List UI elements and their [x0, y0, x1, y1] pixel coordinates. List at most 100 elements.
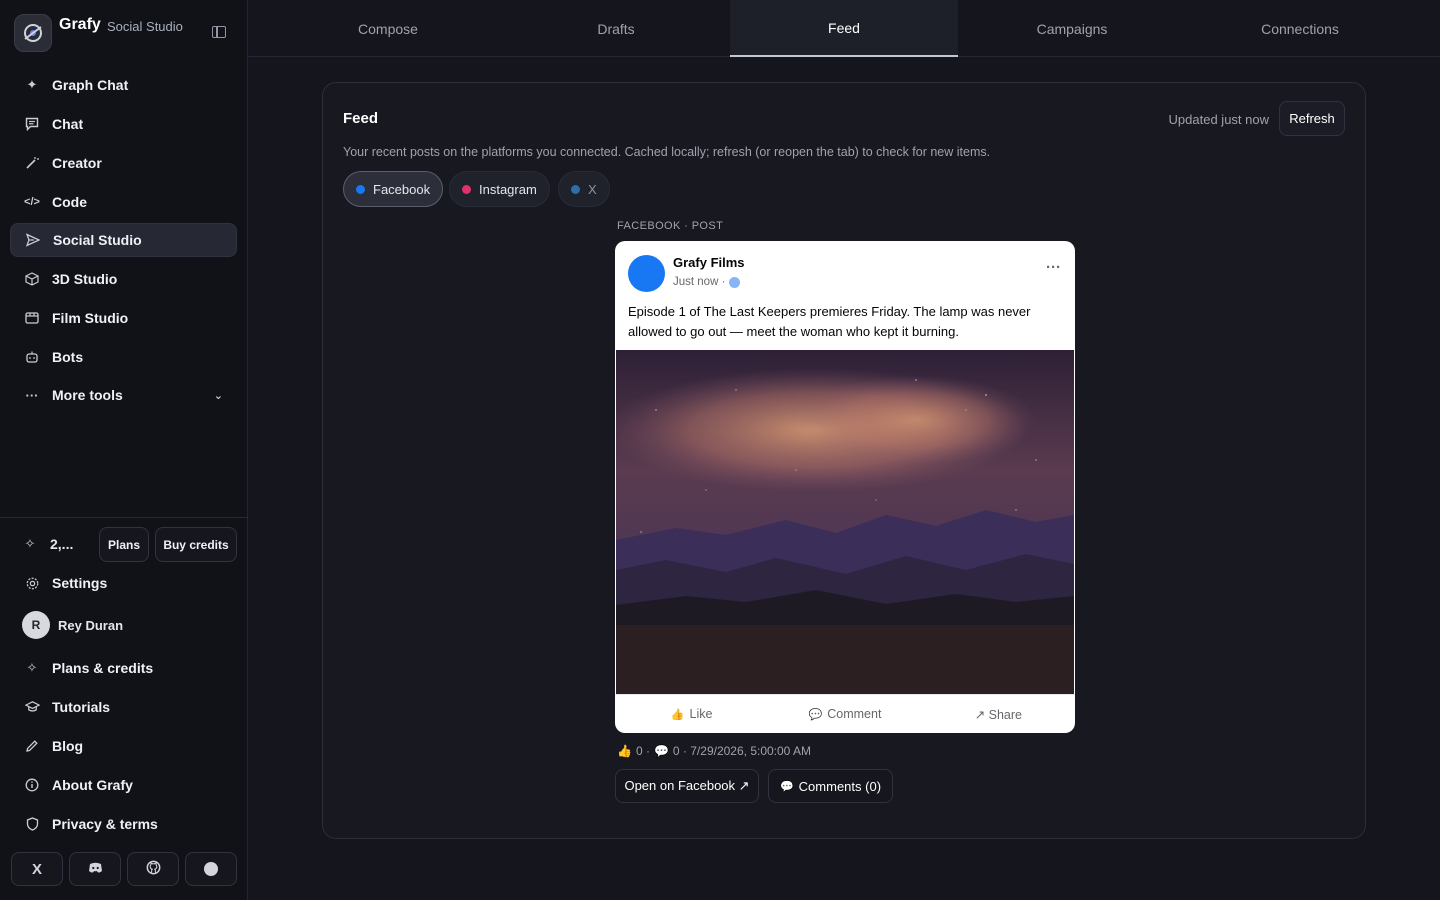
pencil-icon [24, 738, 40, 754]
circle-icon [204, 862, 218, 876]
comment-label: Comment [827, 707, 882, 721]
shield-icon [24, 816, 40, 832]
tab-compose[interactable]: Compose [274, 0, 502, 57]
theme-toggle-button[interactable] [185, 852, 237, 886]
tab-connections[interactable]: Connections [1186, 0, 1414, 57]
filter-instagram[interactable]: Instagram [449, 171, 550, 207]
filter-label: Facebook [373, 181, 431, 197]
post-image [616, 350, 1074, 694]
user-profile[interactable]: R Rey Duran [22, 611, 123, 639]
brand: Grafy Social Studio [14, 14, 238, 52]
top-tabs: Compose Drafts Feed Campaigns Connection… [248, 0, 1440, 57]
tab-drafts[interactable]: Drafts [502, 0, 730, 57]
share-label: ↗ Share [974, 707, 1022, 722]
instagram-dot-icon [462, 184, 471, 194]
sidebar-item-label: Blog [52, 738, 84, 754]
discord-link[interactable] [69, 852, 121, 886]
panel-description: Your recent posts on the platforms you c… [343, 145, 991, 159]
post-stats: 👍 0 · 💬 0 · 7/29/2026, 5:00:00 AM [617, 744, 815, 758]
sidebar-item-label: Bots [52, 349, 84, 365]
panel-title: Feed [343, 110, 379, 127]
comment-icon: 💬 [779, 780, 794, 793]
sidebar-item-creator[interactable]: Creator [10, 146, 237, 180]
post-meta: FACEBOOK · POST [617, 220, 724, 232]
post-author: Grafy Films [673, 255, 745, 270]
post-text: Episode 1 of The Last Keepers premieres … [628, 304, 1031, 339]
comment-icon: 💬 [808, 708, 823, 721]
sidebar-item-label: Settings [52, 575, 108, 591]
sidebar-item-chat[interactable]: Chat [10, 107, 237, 141]
sparkle-icon: ✦ [26, 77, 38, 92]
sidebar-item-more-tools[interactable]: ··· More tools ⌄ [10, 378, 237, 412]
sidebar-item-settings[interactable]: Settings [10, 566, 237, 600]
sidebar-item-label: Film Studio [52, 310, 129, 326]
like-label: Like [689, 707, 713, 721]
grafy-logo-icon[interactable] [14, 14, 52, 52]
chevron-down-icon: ⌄ [213, 390, 223, 402]
comments-label: Comments (0) [798, 778, 882, 794]
post-actions: 👍 Like 💬 Comment ↗ Share [615, 694, 1075, 733]
like-count: 0 · [635, 744, 650, 758]
post-time-label: Just now · [673, 276, 726, 288]
github-link[interactable] [127, 852, 179, 886]
sidebar-item-label: Creator [52, 155, 102, 171]
sidebar-item-code[interactable]: </> Code [10, 185, 237, 219]
sidebar-item-label: Social Studio [53, 232, 142, 248]
sidebar-item-label: Code [52, 194, 87, 210]
filter-x[interactable]: X [558, 171, 610, 207]
sidebar-item-tutorials[interactable]: Tutorials [10, 690, 237, 724]
updated-status: Updated just now [1168, 112, 1269, 127]
sidebar-item-plans-credits[interactable]: ✧ Plans & credits [10, 651, 237, 685]
user-name: Rey Duran [58, 617, 124, 633]
brand-name: Grafy [59, 16, 101, 33]
x-logo-icon: X [31, 860, 42, 878]
credits-balance[interactable]: ✧ 2,... [22, 536, 74, 552]
sidebar: Grafy Social Studio ✦ Graph Chat Chat Cr… [0, 0, 248, 900]
sidebar-item-privacy[interactable]: Privacy & terms [10, 807, 237, 841]
buy-credits-button[interactable]: Buy credits [155, 527, 237, 562]
thumbs-up-icon: 👍 [670, 708, 685, 721]
comment-count-date: 0 · 7/29/2026, 5:00:00 AM [672, 744, 812, 758]
sidebar-item-label: 3D Studio [52, 271, 118, 287]
github-icon [146, 860, 161, 879]
avatar: R [22, 611, 50, 639]
comments-button[interactable]: 💬 Comments (0) [768, 769, 893, 803]
sidebar-item-label: Plans & credits [52, 660, 154, 676]
tab-feed[interactable]: Feed [730, 0, 958, 57]
sidebar-item-film-studio[interactable]: Film Studio [10, 301, 237, 335]
sidebar-item-about[interactable]: About Grafy [10, 768, 237, 802]
film-icon [24, 310, 40, 326]
sidebar-item-bots[interactable]: Bots [10, 340, 237, 374]
sidebar-item-label: More tools [52, 387, 123, 403]
sidebar-item-blog[interactable]: Blog [10, 729, 237, 763]
brand-subtitle: Social Studio [107, 19, 183, 34]
sidebar-item-graph-chat[interactable]: ✦ Graph Chat [10, 68, 237, 102]
refresh-button[interactable]: Refresh [1279, 101, 1345, 136]
thumbs-up-icon: 👍 [617, 744, 632, 758]
tab-campaigns[interactable]: Campaigns [958, 0, 1186, 57]
facebook-dot-icon [356, 184, 365, 194]
filter-facebook[interactable]: Facebook [343, 171, 444, 207]
post-time: Just now · [673, 276, 741, 288]
chat-icon [24, 116, 40, 132]
filter-label: Instagram [479, 181, 537, 197]
globe-icon [729, 276, 741, 288]
comment-button[interactable]: 💬 Comment [768, 695, 921, 733]
comment-icon: 💬 [653, 744, 669, 758]
code-icon: </> [24, 196, 40, 208]
share-button[interactable]: ↗ Share [922, 695, 1075, 733]
facebook-post-preview: Grafy Films Just now · ··· Episode 1 of … [615, 241, 1075, 733]
sidebar-item-3d-studio[interactable]: 3D Studio [10, 262, 237, 296]
sidebar-item-social-studio[interactable]: Social Studio [10, 223, 237, 257]
sidebar-item-label: Graph Chat [52, 77, 129, 93]
page-avatar [628, 255, 665, 292]
like-button[interactable]: 👍 Like [615, 695, 768, 733]
sidebar-item-label: Privacy & terms [52, 816, 158, 832]
wand-icon [24, 155, 40, 171]
more-options-icon[interactable]: ··· [1046, 259, 1061, 276]
open-on-facebook-button[interactable]: Open on Facebook ↗ [615, 769, 759, 803]
sidebar-collapse-icon[interactable] [212, 26, 226, 38]
plans-button[interactable]: Plans [99, 527, 149, 562]
x-social-link[interactable]: X [11, 852, 63, 886]
graduation-cap-icon [24, 699, 40, 715]
